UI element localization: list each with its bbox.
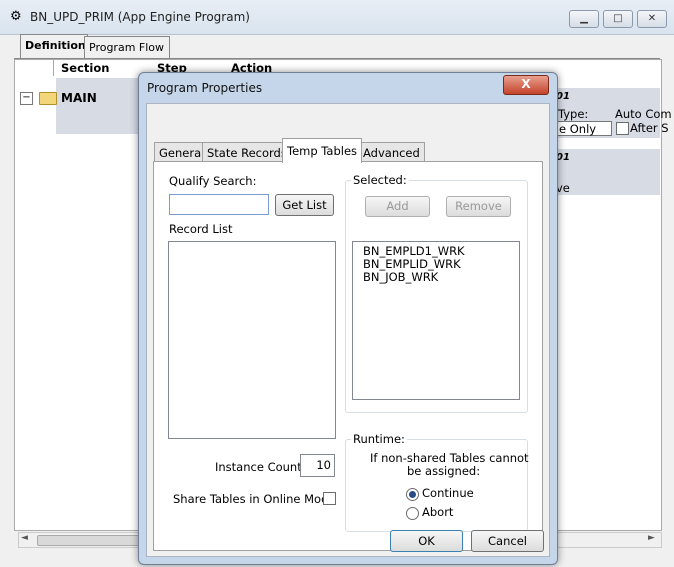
continue-label: Continue [422,486,474,500]
abort-radio[interactable] [406,507,419,520]
tree-item-main[interactable]: MAIN [61,91,97,105]
close-window-button[interactable]: ✕ [637,10,667,28]
share-tables-checkbox[interactable] [323,492,336,505]
abort-label: Abort [422,505,454,519]
app-icon: ⚙ [10,9,22,24]
tab-program-flow[interactable]: Program Flow [84,36,170,58]
tab-definition[interactable]: Definition [20,34,88,58]
list-item[interactable]: BN_EMPLD1_WRK [363,244,465,258]
record-list-label: Record List [169,222,233,236]
minimize-button[interactable]: ▁ [569,10,599,28]
selected-list[interactable]: BN_EMPLD1_WRK BN_EMPLID_WRK BN_JOB_WRK [352,241,520,400]
type-field[interactable]: e Only [556,121,612,136]
record-list[interactable] [168,241,336,439]
scroll-right-icon[interactable]: ► [648,533,655,543]
program-properties-dialog: Program Properties X General State Recor… [138,72,558,565]
ok-button[interactable]: OK [390,530,463,552]
cancel-button[interactable]: Cancel [471,530,544,552]
continue-radio[interactable] [406,488,419,501]
add-button[interactable]: Add [365,196,430,217]
remove-button[interactable]: Remove [446,196,511,217]
qualify-search-label: Qualify Search: [169,174,257,188]
tab-state-records[interactable]: State Records [202,142,292,163]
tab-temp-tables[interactable]: Temp Tables [282,138,363,163]
dialog-title: Program Properties [147,81,263,95]
collapse-icon[interactable]: − [20,92,33,105]
after-checkbox[interactable] [616,122,629,135]
window-title: BN_UPD_PRIM (App Engine Program) [30,10,250,24]
runtime-note: If non-shared Tables cannot [370,451,529,465]
scroll-left-icon[interactable]: ◄ [21,533,28,543]
scrollbar-thumb[interactable] [37,535,149,546]
runtime-note-2: be assigned: [407,464,481,478]
tab-advanced[interactable]: Advanced [358,142,425,163]
selected-label: Selected: [351,173,409,187]
share-tables-label: Share Tables in Online Mode [173,492,336,506]
instance-count-label: Instance Count: [215,460,306,474]
col-divider [53,60,54,76]
list-item[interactable]: BN_JOB_WRK [363,270,438,284]
list-item[interactable]: BN_EMPLID_WRK [363,257,461,271]
get-list-button[interactable]: Get List [275,194,334,216]
maximize-button[interactable]: □ [603,10,633,28]
instance-count-input[interactable]: 10 [300,454,335,477]
dialog-close-button[interactable]: X [503,75,549,95]
folder-icon [39,92,57,105]
dialog-body: General State Records Temp Tables Advanc… [146,103,550,557]
runtime-label: Runtime: [351,432,407,446]
temp-tables-panel: Qualify Search: Get List Record List Sel… [153,161,543,551]
qualify-search-input[interactable] [169,194,269,215]
title-bar: ⚙ BN_UPD_PRIM (App Engine Program) ▁ □ ✕ [0,0,674,35]
col-section: Section [61,61,110,75]
